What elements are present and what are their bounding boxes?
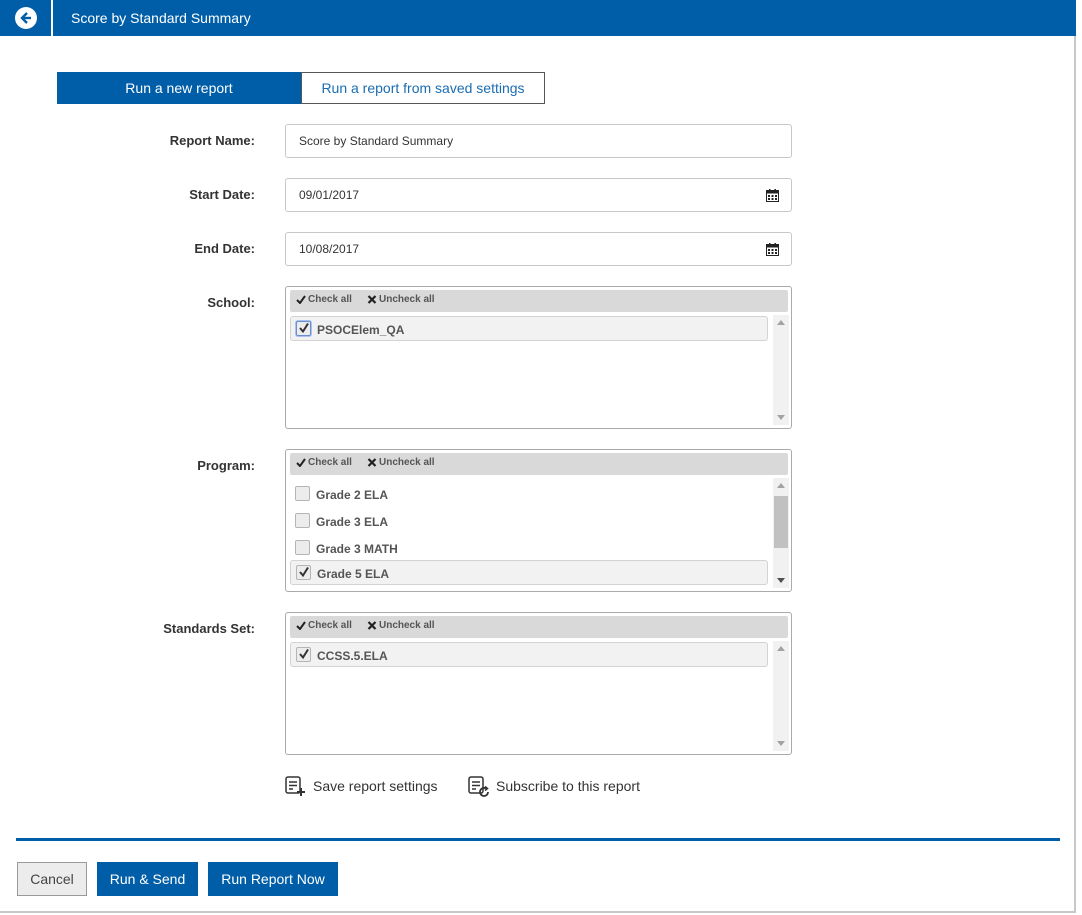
start-date-input[interactable]: 09/01/2017 <box>285 178 792 212</box>
list-item-label: Grade 3 MATH <box>316 542 398 556</box>
scroll-up-icon[interactable] <box>777 483 785 488</box>
list-item[interactable]: Grade 5 ELA <box>290 560 768 585</box>
check-icon <box>299 648 309 660</box>
standards-set-list: Check all Uncheck all CCSS.5.ELA <box>285 612 792 755</box>
list-item[interactable]: CCSS.5.ELA <box>290 642 768 667</box>
header-bar: Score by Standard Summary <box>0 0 1076 36</box>
report-name-label: Report Name: <box>169 133 255 148</box>
school-uncheck-all-button[interactable]: Uncheck all <box>367 294 435 305</box>
checkbox[interactable] <box>295 486 310 501</box>
list-item[interactable]: PSOCElem_QA <box>290 316 768 341</box>
check-icon <box>299 322 309 334</box>
calendar-icon[interactable] <box>766 243 779 261</box>
program-uncheck-all-button[interactable]: Uncheck all <box>367 457 435 468</box>
program-scrollbar[interactable] <box>773 478 789 588</box>
footer-divider <box>16 838 1060 841</box>
program-list: Check all Uncheck all Grade 2 ELA Grade … <box>285 449 792 592</box>
scroll-thumb[interactable] <box>774 496 788 548</box>
school-list-toolbar: Check all Uncheck all <box>290 290 788 312</box>
calendar-icon[interactable] <box>766 189 779 207</box>
save-report-settings-link[interactable]: Save report settings <box>285 776 445 798</box>
list-item[interactable]: Grade 2 ELA <box>290 482 768 507</box>
run-and-send-button[interactable]: Run & Send <box>97 862 198 896</box>
report-name-value: Score by Standard Summary <box>299 134 454 148</box>
school-list: Check all Uncheck all PSOCElem_QA <box>285 286 792 429</box>
standards-scrollbar[interactable] <box>773 641 789 751</box>
checkbox[interactable] <box>296 647 311 662</box>
check-icon <box>299 566 309 578</box>
subscribe-report-label: Subscribe to this report <box>496 778 640 794</box>
start-date-label: Start Date: <box>189 187 255 202</box>
standards-uncheck-all-button[interactable]: Uncheck all <box>367 620 435 631</box>
program-list-toolbar: Check all Uncheck all <box>290 453 788 475</box>
arrow-circle-left-icon <box>15 7 37 29</box>
school-scrollbar[interactable] <box>773 315 789 425</box>
check-icon <box>296 295 306 305</box>
close-icon <box>367 621 377 630</box>
standards-set-label: Standards Set: <box>163 621 255 636</box>
checkbox[interactable] <box>295 540 310 555</box>
back-button[interactable] <box>0 0 53 36</box>
standards-list-toolbar: Check all Uncheck all <box>290 616 788 638</box>
scroll-down-icon[interactable] <box>777 741 785 746</box>
end-date-value: 10/08/2017 <box>299 242 360 256</box>
cancel-button[interactable]: Cancel <box>17 862 87 896</box>
report-dialog: Score by Standard Summary Run a new repo… <box>0 0 1076 913</box>
tab-run-from-saved[interactable]: Run a report from saved settings <box>301 72 545 104</box>
program-label: Program: <box>197 458 255 473</box>
tab-run-new-report[interactable]: Run a new report <box>57 72 301 104</box>
subscribe-report-link[interactable]: Subscribe to this report <box>468 776 648 798</box>
start-date-value: 09/01/2017 <box>299 188 360 202</box>
close-icon <box>367 295 377 304</box>
save-settings-icon <box>285 776 305 796</box>
report-name-input[interactable]: Score by Standard Summary <box>285 124 792 158</box>
list-item-label: Grade 5 ELA <box>317 567 390 581</box>
subscribe-icon <box>468 776 489 797</box>
scroll-up-icon[interactable] <box>777 320 785 325</box>
school-check-all-button[interactable]: Check all <box>296 294 352 305</box>
standards-check-all-button[interactable]: Check all <box>296 620 352 631</box>
scroll-up-icon[interactable] <box>777 646 785 651</box>
checkbox[interactable] <box>295 513 310 528</box>
list-item-label: Grade 2 ELA <box>316 488 389 502</box>
check-icon <box>296 458 306 468</box>
checkbox[interactable] <box>296 321 311 336</box>
end-date-input[interactable]: 10/08/2017 <box>285 232 792 266</box>
program-check-all-button[interactable]: Check all <box>296 457 352 468</box>
save-report-settings-label: Save report settings <box>313 778 438 794</box>
scroll-down-icon[interactable] <box>777 415 785 420</box>
checkbox[interactable] <box>296 565 311 580</box>
list-item-label: Grade 3 ELA <box>316 515 389 529</box>
check-icon <box>296 621 306 631</box>
page-title: Score by Standard Summary <box>71 10 251 26</box>
run-report-now-button[interactable]: Run Report Now <box>208 862 338 896</box>
list-item[interactable]: Grade 3 ELA <box>290 509 768 534</box>
scroll-down-icon[interactable] <box>777 578 785 583</box>
list-item-label: PSOCElem_QA <box>317 323 405 337</box>
list-item[interactable]: Grade 3 MATH <box>290 536 768 561</box>
list-item-label: CCSS.5.ELA <box>317 649 388 663</box>
close-icon <box>367 458 377 467</box>
end-date-label: End Date: <box>194 241 255 256</box>
school-label: School: <box>207 295 255 310</box>
